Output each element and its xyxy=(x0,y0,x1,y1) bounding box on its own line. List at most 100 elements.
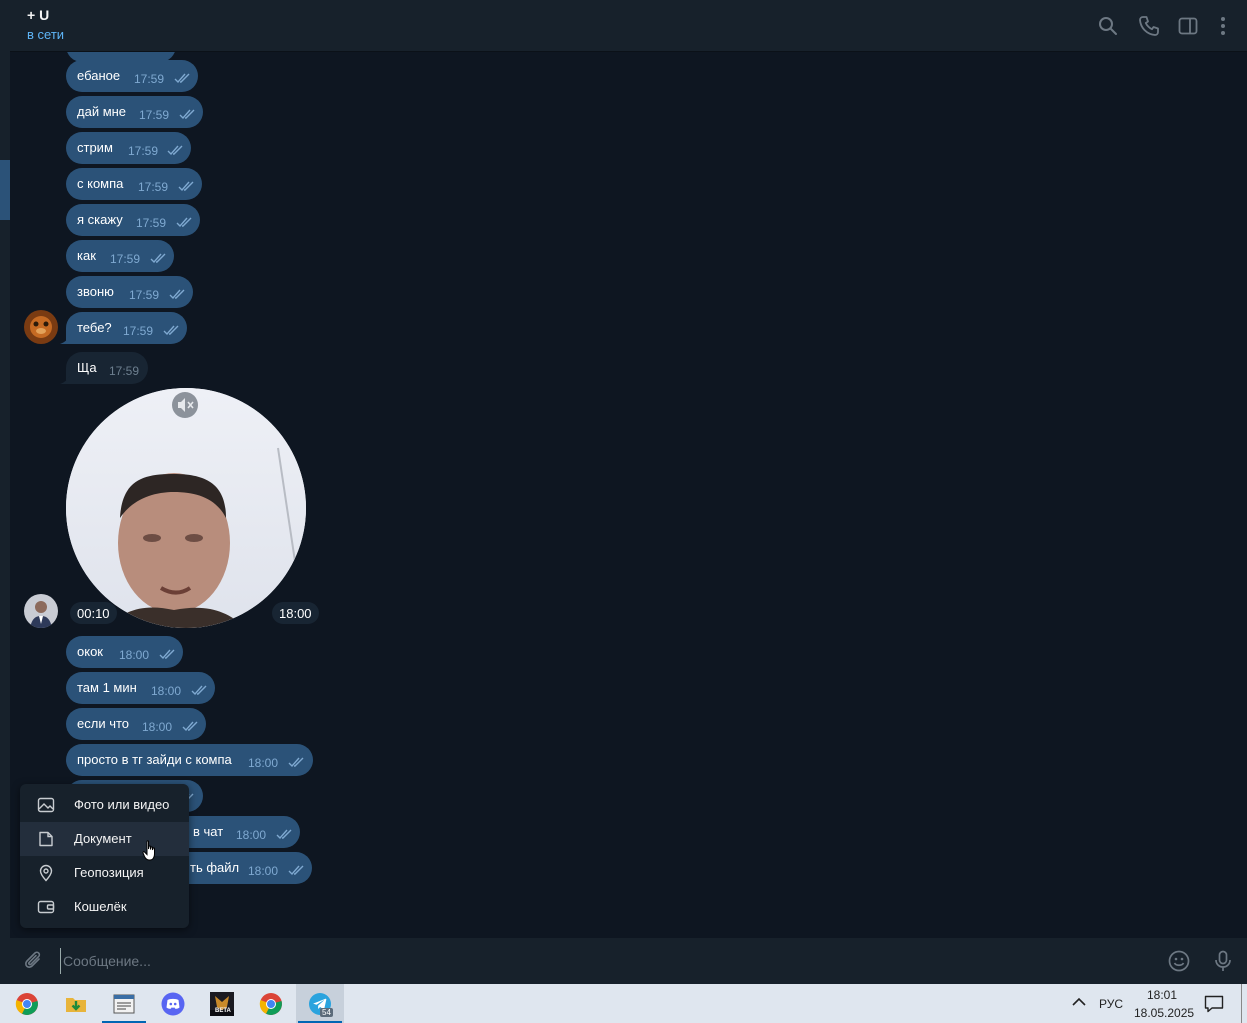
double-check-icon xyxy=(169,289,185,300)
message-time: 17:59 xyxy=(134,72,165,86)
message-bubble[interactable]: как 17:59 xyxy=(66,240,174,272)
avatar[interactable] xyxy=(24,594,58,628)
contact-status: в сети xyxy=(27,27,65,42)
taskbar-chrome[interactable] xyxy=(3,984,51,1023)
message-bubble[interactable]: окок 18:00 xyxy=(66,636,183,668)
double-check-icon xyxy=(276,829,292,840)
emoji-icon[interactable] xyxy=(1167,949,1191,973)
clock-date[interactable]: 18.05.2025 xyxy=(1134,1006,1194,1020)
message-text: стрим xyxy=(77,140,113,155)
message-time: 18:00 xyxy=(248,864,279,878)
message-time: 18:00 xyxy=(119,648,150,662)
taskbar-notepad[interactable] xyxy=(100,984,148,1023)
message-composer xyxy=(10,938,1247,984)
message-text: дай мне xyxy=(77,104,127,119)
double-check-icon xyxy=(174,73,190,84)
message-text: в чат xyxy=(193,824,224,839)
video-message[interactable] xyxy=(66,388,306,628)
chevron-up-icon[interactable] xyxy=(1072,997,1086,1007)
message-bubble[interactable]: просто в тг зайди с компа 18:00 xyxy=(66,744,313,776)
message-time: 17:59 xyxy=(123,324,154,338)
clock-time[interactable]: 18:01 xyxy=(1147,988,1177,1002)
message-text: тебе? xyxy=(77,320,112,335)
speaker-muted-icon[interactable] xyxy=(172,392,198,418)
menu-item-document[interactable]: Документ xyxy=(20,822,189,856)
taskbar-downloads[interactable] xyxy=(52,984,100,1023)
message-text: просто в тг зайди с компа xyxy=(77,752,232,767)
double-check-icon xyxy=(150,253,166,264)
phone-icon[interactable] xyxy=(1137,14,1161,38)
language-indicator[interactable]: РУС xyxy=(1099,997,1123,1011)
more-vertical-icon[interactable] xyxy=(1211,14,1235,38)
message-bubble[interactable]: стрим 17:59 xyxy=(66,132,191,164)
taskbar-discord[interactable] xyxy=(149,984,197,1023)
notification-center-icon[interactable] xyxy=(1204,995,1224,1013)
taskbar-chrome-2[interactable] xyxy=(247,984,295,1023)
message-time: 17:59 xyxy=(129,288,160,302)
downloads-folder-icon xyxy=(66,998,86,1012)
taskbar-telegram[interactable]: 54 xyxy=(296,984,344,1023)
menu-item-photo-video[interactable]: Фото или видео xyxy=(20,788,189,822)
message-bubble[interactable]: тебе? 17:59 xyxy=(60,312,187,344)
attach-menu: Фото или видео Документ Геопозиция Кошел… xyxy=(20,784,189,928)
notepad-icon xyxy=(113,994,135,1014)
message-text: ебаное xyxy=(77,68,121,83)
strip-top xyxy=(0,0,10,52)
sidebar-toggle-icon[interactable] xyxy=(1176,14,1200,38)
chat-header: + U в сети xyxy=(10,0,1247,52)
double-check-icon xyxy=(288,865,304,876)
double-check-icon xyxy=(179,109,195,120)
discord-icon xyxy=(161,992,185,1016)
message-text: Ща xyxy=(77,360,97,375)
contact-name[interactable]: + U xyxy=(27,7,49,23)
message-bubble[interactable]: если что 18:00 xyxy=(66,708,206,740)
wallet-icon xyxy=(37,900,55,914)
message-bubble[interactable]: я скажу 17:59 xyxy=(66,204,200,236)
message-text: как xyxy=(77,248,96,263)
show-desktop-divider[interactable] xyxy=(1241,984,1242,1023)
double-check-icon xyxy=(159,649,175,660)
message-time: 17:59 xyxy=(110,252,141,266)
message-time: 18:00 xyxy=(248,756,279,770)
message-text: если что xyxy=(77,716,129,731)
menu-item-location[interactable]: Геопозиция xyxy=(20,856,189,890)
menu-item-wallet[interactable]: Кошелёк xyxy=(20,890,189,924)
message-time: 17:59 xyxy=(136,216,167,230)
message-bubble[interactable]: ебаное 17:59 xyxy=(66,60,198,92)
video-time: 18:00 xyxy=(272,602,319,624)
message-time: 17:59 xyxy=(109,364,140,378)
message-area[interactable]: ебаное 17:59 дай мне 17:59 стрим 17:59 с… xyxy=(10,52,1247,938)
message-time: 17:59 xyxy=(139,108,170,122)
message-bubble[interactable]: звоню 17:59 xyxy=(66,276,193,308)
double-check-icon xyxy=(176,217,192,228)
double-check-icon xyxy=(182,721,198,732)
message-time: 18:00 xyxy=(151,684,182,698)
paperclip-icon[interactable] xyxy=(22,949,46,973)
search-icon[interactable] xyxy=(1096,14,1120,38)
message-time: 18:00 xyxy=(236,828,267,842)
microphone-icon[interactable] xyxy=(1211,949,1235,973)
video-duration: 00:10 xyxy=(70,602,117,624)
image-icon xyxy=(37,797,55,813)
message-text: звоню xyxy=(77,284,114,299)
hand-cursor-icon xyxy=(142,840,155,861)
message-bubble[interactable]: там 1 мин 18:00 xyxy=(66,672,215,704)
chrome-icon xyxy=(259,993,282,1015)
double-check-icon xyxy=(178,181,194,192)
menu-item-label: Кошелёк xyxy=(74,899,127,914)
taskbar-game-beta[interactable]: BETA xyxy=(198,984,246,1023)
message-text: там 1 мин xyxy=(77,680,137,695)
message-bubble[interactable]: с компа 17:59 xyxy=(66,168,202,200)
document-icon xyxy=(39,831,53,847)
message-bubble-incoming[interactable]: Ща 17:59 xyxy=(60,352,148,384)
chrome-icon xyxy=(15,993,38,1015)
bubble-tail xyxy=(60,372,72,384)
location-pin-icon xyxy=(39,864,53,882)
message-input[interactable] xyxy=(60,948,1150,974)
double-check-icon xyxy=(191,685,207,696)
message-bubble[interactable]: дай мне 17:59 xyxy=(66,96,203,128)
double-check-icon xyxy=(163,325,179,336)
avatar[interactable] xyxy=(24,310,58,344)
double-check-icon xyxy=(288,757,304,768)
active-chat-indicator xyxy=(0,160,10,220)
